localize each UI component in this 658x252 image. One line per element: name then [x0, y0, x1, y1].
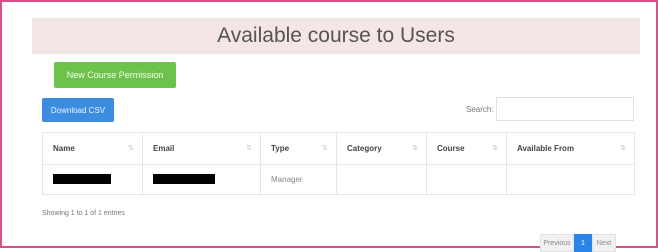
new-course-permission-button[interactable]: New Course Permission	[54, 62, 176, 88]
pagination: Previous 1 Next	[540, 234, 616, 252]
sort-icon: ⇅	[128, 145, 134, 152]
column-header-available-from[interactable]: Available From ⇅	[506, 132, 635, 165]
sort-icon: ⇅	[412, 145, 418, 152]
search-label: Search:	[466, 105, 494, 114]
column-header-category[interactable]: Category ⇅	[336, 132, 427, 165]
search-input[interactable]	[496, 97, 634, 121]
page-title: Available course to Users	[32, 18, 640, 54]
cell-name	[42, 164, 143, 195]
sort-icon: ⇅	[492, 145, 498, 152]
next-page-button[interactable]: Next	[592, 234, 616, 252]
content-panel: Available course to Users New Course Per…	[32, 18, 640, 252]
cell-course	[426, 164, 507, 195]
sort-icon: ⇅	[620, 145, 626, 152]
cell-email	[142, 164, 261, 195]
download-csv-button[interactable]: Download CSV	[42, 98, 114, 122]
column-header-email[interactable]: Email ⇅	[142, 132, 261, 165]
cell-available-from	[506, 164, 635, 195]
page-1-button[interactable]: 1	[574, 234, 592, 252]
column-header-name[interactable]: Name ⇅	[42, 132, 143, 165]
redacted-name	[53, 173, 111, 184]
table-info: Showing 1 to 1 of 1 entries	[42, 210, 125, 217]
users-table: Name ⇅ Email ⇅ Type ⇅ Category ⇅ Course ⇅ Ava…	[42, 132, 635, 195]
previous-page-button[interactable]: Previous	[540, 234, 574, 252]
sort-icon: ⇅	[246, 145, 252, 152]
table-row: Manager	[42, 164, 635, 195]
cell-type: Manager	[260, 164, 337, 195]
window-frame: Available course to Users New Course Per…	[0, 0, 658, 252]
table-header-row: Name ⇅ Email ⇅ Type ⇅ Category ⇅ Course ⇅ Ava…	[42, 132, 635, 165]
cell-category	[336, 164, 427, 195]
sort-icon: ⇅	[322, 145, 328, 152]
column-header-course[interactable]: Course ⇅	[426, 132, 507, 165]
column-header-type[interactable]: Type ⇅	[260, 132, 337, 165]
redacted-email	[153, 173, 215, 184]
